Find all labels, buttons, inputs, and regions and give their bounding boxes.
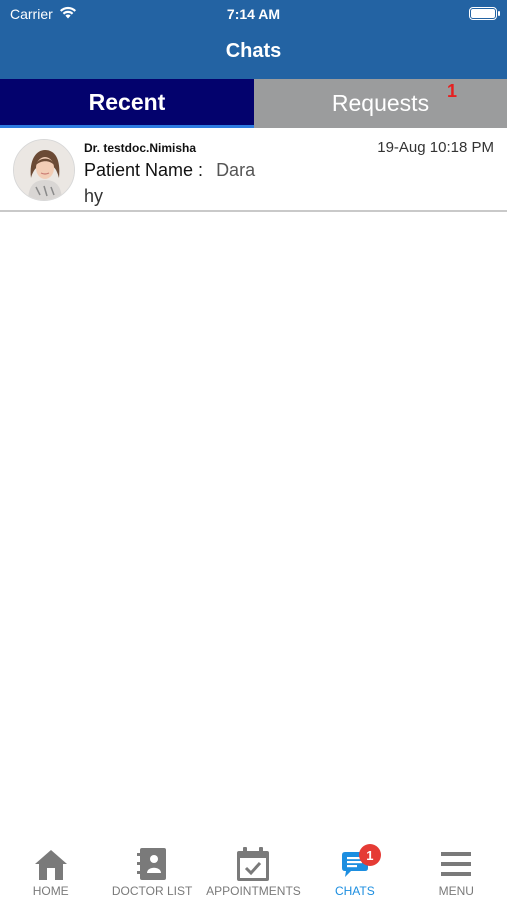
chat-bubble-icon: 1 [335,844,381,882]
tabbar-doctor-list-label: DOCTOR LIST [111,884,193,898]
tab-requests[interactable]: Requests 1 [254,79,507,128]
chat-timestamp: 19-Aug 10:18 PM [377,139,494,156]
page-title: Chats [225,40,282,62]
status-time: 7:14 AM [226,6,281,22]
chat-tabs: Recent Requests 1 [0,79,507,128]
tabbar-home-label: HOME [32,884,69,898]
doctor-avatar [13,139,75,201]
hamburger-menu-icon [436,846,476,882]
doctor-name: Dr. testdoc.Nimisha [84,141,197,155]
tabbar-chats[interactable]: 1 CHATS [304,835,405,900]
battery-icon [469,7,500,20]
app-header: Carrier 7:14 AM Chats [0,0,507,79]
tabbar-menu[interactable]: MENU [406,835,507,900]
requests-count-badge: 1 [447,81,458,101]
chats-unread-badge: 1 [358,844,381,866]
contacts-book-icon [132,846,172,882]
tabbar-appointments[interactable]: APPOINTMENTS [203,835,304,900]
tabbar-home[interactable]: HOME [0,835,101,900]
tabbar-menu-label: MENU [438,884,474,898]
patient-name-label: Patient Name : [84,160,204,180]
tabbar-appointments-label: APPOINTMENTS [206,884,301,898]
patient-name-value: Dara [216,160,256,180]
last-message: hy [84,186,104,206]
patient-line: Patient Name : Dara [84,160,255,181]
home-icon [31,846,71,882]
tabbar-doctor-list[interactable]: DOCTOR LIST [101,835,202,900]
chat-list-item[interactable]: Dr. testdoc.Nimisha 19-Aug 10:18 PM Pati… [0,128,507,212]
tab-recent-label: Recent [88,88,166,115]
tab-requests-label: Requests [331,90,430,116]
bottom-tab-bar: HOME DOCTOR LIST APPOINTMENTS 1 CHATS ME… [0,835,507,900]
status-bar: Carrier 7:14 AM [0,0,507,28]
tab-recent[interactable]: Recent [0,79,254,128]
calendar-check-icon [233,846,273,882]
tabbar-chats-label: CHATS [334,884,375,898]
